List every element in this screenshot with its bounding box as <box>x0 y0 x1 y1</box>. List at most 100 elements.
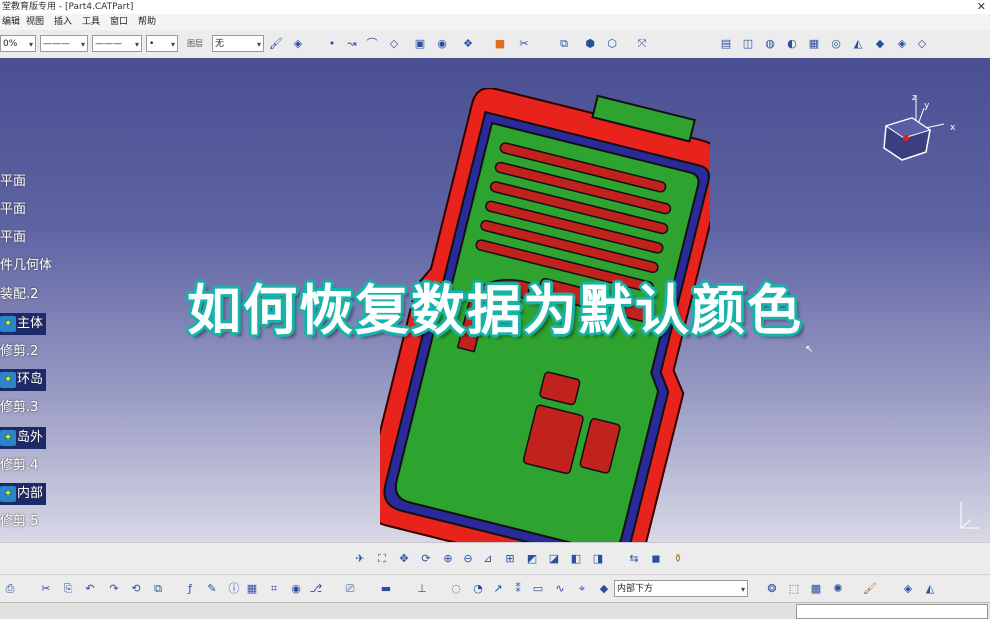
connect-icon[interactable]: ↗ <box>490 581 506 597</box>
plane-icon[interactable]: ▭ <box>530 581 546 597</box>
graph-icon[interactable]: ⌗ <box>266 581 282 597</box>
menu-view[interactable]: 视图 <box>26 14 44 30</box>
camera-icon[interactable]: ◼ <box>648 551 664 567</box>
tree-node-trim[interactable]: 修剪.5 <box>0 511 38 533</box>
extrude-icon[interactable]: ▣ <box>412 36 428 52</box>
menu-help[interactable]: 帮助 <box>138 14 156 30</box>
light-icon[interactable]: ✺ <box>830 581 846 597</box>
spline-icon[interactable]: ↝ <box>344 36 360 52</box>
tangency-icon[interactable]: ◔ <box>470 581 486 597</box>
tree-node-plane[interactable]: 平面 <box>0 171 26 193</box>
tree-node-plane[interactable]: 平面 <box>0 227 26 249</box>
line-type-combo[interactable]: ——— ▾ <box>40 35 88 52</box>
wireframe-icon[interactable]: ◫ <box>740 36 756 52</box>
sketch-icon[interactable]: ▤ <box>718 36 734 52</box>
transform-icon[interactable]: ⤧ <box>634 36 650 52</box>
tree-node-plane[interactable]: 平面 <box>0 199 26 221</box>
analysis-icon[interactable]: ◌ <box>448 581 464 597</box>
scene-icon[interactable]: ◭ <box>922 581 938 597</box>
fly-mode-icon[interactable]: ✈ <box>352 551 368 567</box>
tree-node-trim[interactable]: 修剪.2 <box>0 341 38 363</box>
menu-edit[interactable]: 编辑 <box>2 14 20 30</box>
render-icon[interactable]: ◐ <box>784 36 800 52</box>
curvature-icon[interactable]: ∿ <box>552 581 568 597</box>
info-icon[interactable]: ⓘ <box>226 581 242 597</box>
normal-view-icon[interactable]: ⊿ <box>480 551 496 567</box>
map-icon[interactable]: ⬚ <box>786 581 802 597</box>
shading-icon[interactable]: ◍ <box>762 36 778 52</box>
rotate-icon[interactable]: ⟳ <box>418 551 434 567</box>
close-icon[interactable]: ✕ <box>977 0 986 14</box>
catalog-icon[interactable]: ◉ <box>288 581 304 597</box>
pan-icon[interactable]: ✥ <box>396 551 412 567</box>
annotation-icon[interactable]: ✎ <box>204 581 220 597</box>
save-icon[interactable]: ⎚ <box>342 581 358 597</box>
multi-view-icon[interactable]: ⊞ <box>502 551 518 567</box>
tree-node-surface[interactable]: ✦ 主体 <box>0 313 47 335</box>
iso-view-icon[interactable]: ◩ <box>524 551 540 567</box>
hide-show-icon[interactable]: ◧ <box>568 551 584 567</box>
join-icon[interactable]: ⧉ <box>556 36 572 52</box>
swap-visible-icon[interactable]: ◨ <box>590 551 606 567</box>
fit-all-icon[interactable]: ⛶ <box>374 551 390 567</box>
print-icon[interactable]: ⎙ <box>2 581 18 597</box>
compass-icon[interactable]: z y x <box>872 90 968 180</box>
formula-icon[interactable]: ƒ <box>182 581 198 597</box>
scan-icon[interactable]: ▬ <box>378 581 394 597</box>
zoom-combo[interactable]: 0% ▾ <box>0 35 36 52</box>
redo-icon[interactable]: ↷ <box>106 581 122 597</box>
fill-icon[interactable]: ■ <box>492 36 508 52</box>
material-icon[interactable]: ◈ <box>894 36 910 52</box>
layer-icon[interactable]: ◆ <box>596 581 612 597</box>
menu-tools[interactable]: 工具 <box>82 14 100 30</box>
bottle-icon[interactable]: ⚱ <box>670 551 686 567</box>
image-icon[interactable]: ▩ <box>808 581 824 597</box>
check-icon[interactable]: ⌖ <box>574 581 590 597</box>
painter-icon[interactable]: 🖌 <box>268 36 284 52</box>
properties-icon[interactable]: ◈ <box>290 36 306 52</box>
tree-node-surface[interactable]: ✦ 环岛 <box>0 369 47 391</box>
table-icon[interactable]: ▦ <box>244 581 260 597</box>
3d-viewport[interactable]: 如何恢复数据为默认颜色 平面 平面 平面 件几何体 装配.2 ✦ 主体 修剪.2 … <box>0 58 990 542</box>
command-input[interactable] <box>796 604 988 619</box>
tree-node-trim[interactable]: 修剪.3 <box>0 397 38 419</box>
offset-icon[interactable]: ❖ <box>460 36 476 52</box>
layer-combo[interactable]: 无 ▾ <box>212 35 264 52</box>
binary-icon[interactable]: ⁑ <box>510 581 526 597</box>
script-icon[interactable]: ⎇ <box>308 581 324 597</box>
heal-icon[interactable]: ⬢ <box>582 36 598 52</box>
zoom-in-icon[interactable]: ⊕ <box>440 551 456 567</box>
hidden-icon[interactable]: ◎ <box>828 36 844 52</box>
revolve-icon[interactable]: ◉ <box>434 36 450 52</box>
tree-node-surface[interactable]: ✦ 内部 <box>0 483 47 505</box>
tree-node-surface[interactable]: ✦ 岛外 <box>0 427 47 449</box>
cube-icon[interactable]: ◆ <box>872 36 888 52</box>
menu-window[interactable]: 窗口 <box>110 14 128 30</box>
tree-node-trim[interactable]: 修剪.4 <box>0 455 38 477</box>
measure-icon[interactable]: ⇆ <box>626 551 642 567</box>
cut-icon[interactable]: ✂ <box>38 581 54 597</box>
undo-icon[interactable]: ↶ <box>82 581 98 597</box>
axis-system-icon[interactable]: ⊥ <box>414 581 430 597</box>
point-icon[interactable]: • <box>324 36 340 52</box>
edges-icon[interactable]: ▦ <box>806 36 822 52</box>
point-style-combo[interactable]: • ▾ <box>146 35 178 52</box>
layer-filter-combo[interactable]: 内部下方 ▾ <box>614 580 748 597</box>
trim-icon[interactable]: ⬡ <box>604 36 620 52</box>
tree-node-assembly[interactable]: 装配.2 <box>0 284 38 306</box>
copy-icon[interactable]: ⧉ <box>150 581 166 597</box>
arc-icon[interactable]: ⌒ <box>364 36 380 52</box>
view-icon[interactable]: ◭ <box>850 36 866 52</box>
update-icon[interactable]: ⟲ <box>128 581 144 597</box>
view-mode-icon[interactable]: ◪ <box>546 551 562 567</box>
paste-icon[interactable]: ⎘ <box>60 581 76 597</box>
split-icon[interactable]: ✂ <box>516 36 532 52</box>
tree-node-part-body[interactable]: 件几何体 <box>0 255 52 277</box>
brush-icon[interactable]: 🖌 <box>862 581 878 597</box>
surface-icon[interactable]: ◇ <box>386 36 402 52</box>
texture-icon[interactable]: ❂ <box>764 581 780 597</box>
line-weight-combo[interactable]: ——— ▾ <box>92 35 142 52</box>
environment-icon[interactable]: ◈ <box>900 581 916 597</box>
zoom-out-icon[interactable]: ⊖ <box>460 551 476 567</box>
menu-insert[interactable]: 插入 <box>54 14 72 30</box>
